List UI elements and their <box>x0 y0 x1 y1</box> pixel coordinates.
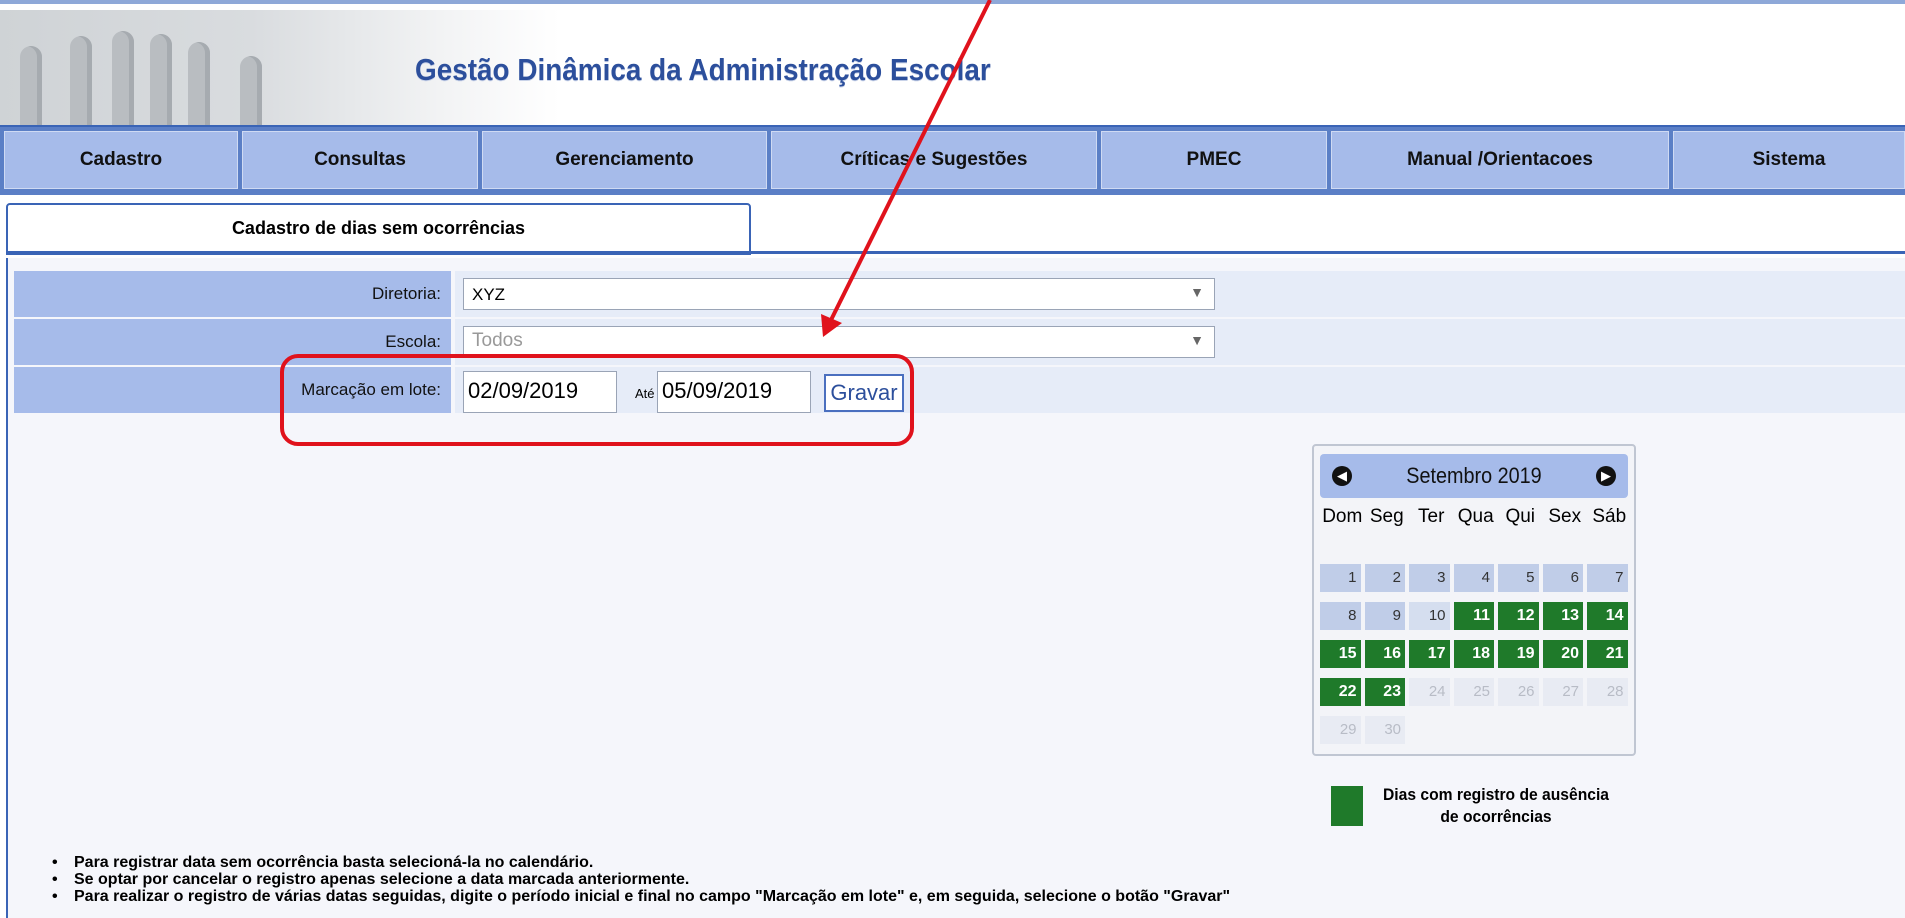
calendar-day[interactable]: 3 <box>1409 564 1450 592</box>
calendar-weekdays: Dom Seg Ter Qua Qui Sex Sáb <box>1320 506 1632 536</box>
tab-divider <box>751 251 1905 254</box>
calendar-day[interactable]: 4 <box>1453 564 1494 592</box>
calendar-day[interactable]: 29 <box>1320 716 1361 744</box>
weekday-header: Qua <box>1457 506 1494 527</box>
calendar-day[interactable]: 21 <box>1587 640 1628 668</box>
form-row-diretoria: Diretoria: XYZ ▼ <box>14 271 1905 319</box>
menu-consultas[interactable]: Consultas <box>242 131 478 189</box>
annotation-highlight-box <box>280 354 914 446</box>
calendar-grid: 1 2 3 4 5 6 7 8 9 10 11 12 13 14 15 16 17 18 19 20 21 22 23 24 2… <box>1320 564 1632 754</box>
calendar-day[interactable]: 5 <box>1498 564 1539 592</box>
weekday-header: Sex <box>1548 506 1582 527</box>
calendar-day[interactable]: 30 <box>1364 716 1405 744</box>
instruction-item: Se optar por cancelar o registro apenas … <box>52 871 1230 888</box>
diretoria-select[interactable]: XYZ ▼ <box>463 278 1215 310</box>
diretoria-value: XYZ <box>472 285 506 304</box>
diretoria-label: Diretoria: <box>14 271 451 317</box>
calendar-day[interactable]: 25 <box>1453 678 1494 706</box>
calendar-week: 15 16 17 18 19 20 21 <box>1320 640 1632 678</box>
calendar-day[interactable]: 27 <box>1542 678 1583 706</box>
instructions-list: Para registrar data sem ocorrência basta… <box>52 854 1230 905</box>
calendar-empty-cell <box>1543 716 1584 744</box>
escola-value: Todos <box>472 330 523 351</box>
menu-cadastro[interactable]: Cadastro <box>4 131 238 189</box>
menu-pmec[interactable]: PMEC <box>1101 131 1327 189</box>
chevron-right-icon[interactable]: ▶ <box>1596 466 1616 486</box>
calendar-week: 1234567 <box>1320 564 1632 602</box>
calendar-day[interactable]: 23 <box>1364 678 1405 706</box>
calendar-week: 22 23 24 25 26 27 28 <box>1320 678 1632 716</box>
dropdown-arrow-icon: ▼ <box>1190 284 1204 300</box>
calendar-day[interactable]: 7 <box>1587 564 1628 592</box>
app-title: Gestão Dinâmica da Administração Escolar <box>415 52 991 87</box>
calendar-empty-cell <box>1587 716 1628 744</box>
main-menu: Cadastro Consultas Gerenciamento Crítica… <box>0 127 1905 195</box>
calendar-day[interactable]: 11 <box>1453 602 1494 630</box>
calendar-day[interactable]: 9 <box>1364 602 1405 630</box>
weekday-header: Sáb <box>1592 506 1627 527</box>
legend-swatch <box>1331 786 1363 826</box>
weekday-header: Seg <box>1369 506 1404 527</box>
calendar-day[interactable]: 14 <box>1587 602 1628 630</box>
calendar-day[interactable]: 8 <box>1320 602 1361 630</box>
calendar-empty-cell <box>1409 716 1450 744</box>
calendar-day[interactable]: 16 <box>1364 640 1405 668</box>
dropdown-arrow-icon: ▼ <box>1190 332 1204 348</box>
weekday-header: Ter <box>1418 506 1445 527</box>
instruction-item: Para realizar o registro de várias datas… <box>52 888 1230 905</box>
tab-strip: Cadastro de dias sem ocorrências <box>0 203 1905 260</box>
calendar-header: Setembro 2019 ◀ ▶ <box>1320 454 1628 498</box>
menu-criticas-sugestoes[interactable]: Críticas e Sugestões <box>771 131 1097 189</box>
calendar-day[interactable]: 17 <box>1409 640 1450 668</box>
legend-text: Dias com registro de ausência de ocorrên… <box>1382 785 1610 826</box>
calendar-day[interactable]: 1 <box>1320 564 1361 592</box>
calendar-day[interactable]: 6 <box>1542 564 1583 592</box>
calendar-month-title: Setembro 2019 <box>1406 463 1542 488</box>
menu-manual-orientacoes[interactable]: Manual /Orientacoes <box>1331 131 1669 189</box>
calendar: Setembro 2019 ◀ ▶ Dom Seg Ter Qua Qui Sex Sáb … <box>1312 444 1636 756</box>
calendar-empty-cell <box>1498 716 1539 744</box>
weekday-header: Qui <box>1505 506 1536 527</box>
tab-cadastro-dias[interactable]: Cadastro de dias sem ocorrências <box>6 203 751 255</box>
calendar-week: 8 9 10 11 12 13 14 <box>1320 602 1632 640</box>
menu-sistema[interactable]: Sistema <box>1673 131 1905 189</box>
calendar-day[interactable]: 15 <box>1320 640 1361 668</box>
calendar-day[interactable]: 18 <box>1453 640 1494 668</box>
calendar-day[interactable]: 26 <box>1498 678 1539 706</box>
header-banner: Gestão Dinâmica da Administração Escolar <box>0 0 1905 129</box>
weekday-header: Dom <box>1322 506 1363 527</box>
calendar-empty-cell <box>1454 716 1495 744</box>
calendar-day[interactable]: 24 <box>1409 678 1450 706</box>
calendar-day[interactable]: 22 <box>1320 678 1361 706</box>
calendar-day[interactable]: 28 <box>1587 678 1628 706</box>
calendar-day[interactable]: 13 <box>1542 602 1583 630</box>
calendar-day[interactable]: 19 <box>1498 640 1539 668</box>
calendar-day[interactable]: 10 <box>1409 602 1450 630</box>
menu-gerenciamento[interactable]: Gerenciamento <box>482 131 767 189</box>
calendar-day[interactable]: 12 <box>1498 602 1539 630</box>
calendar-day[interactable]: 20 <box>1542 640 1583 668</box>
calendar-day[interactable]: 2 <box>1364 564 1405 592</box>
chevron-left-icon[interactable]: ◀ <box>1332 466 1352 486</box>
instruction-item: Para registrar data sem ocorrência basta… <box>52 854 1230 871</box>
calendar-week: 29 30 <box>1320 716 1632 754</box>
